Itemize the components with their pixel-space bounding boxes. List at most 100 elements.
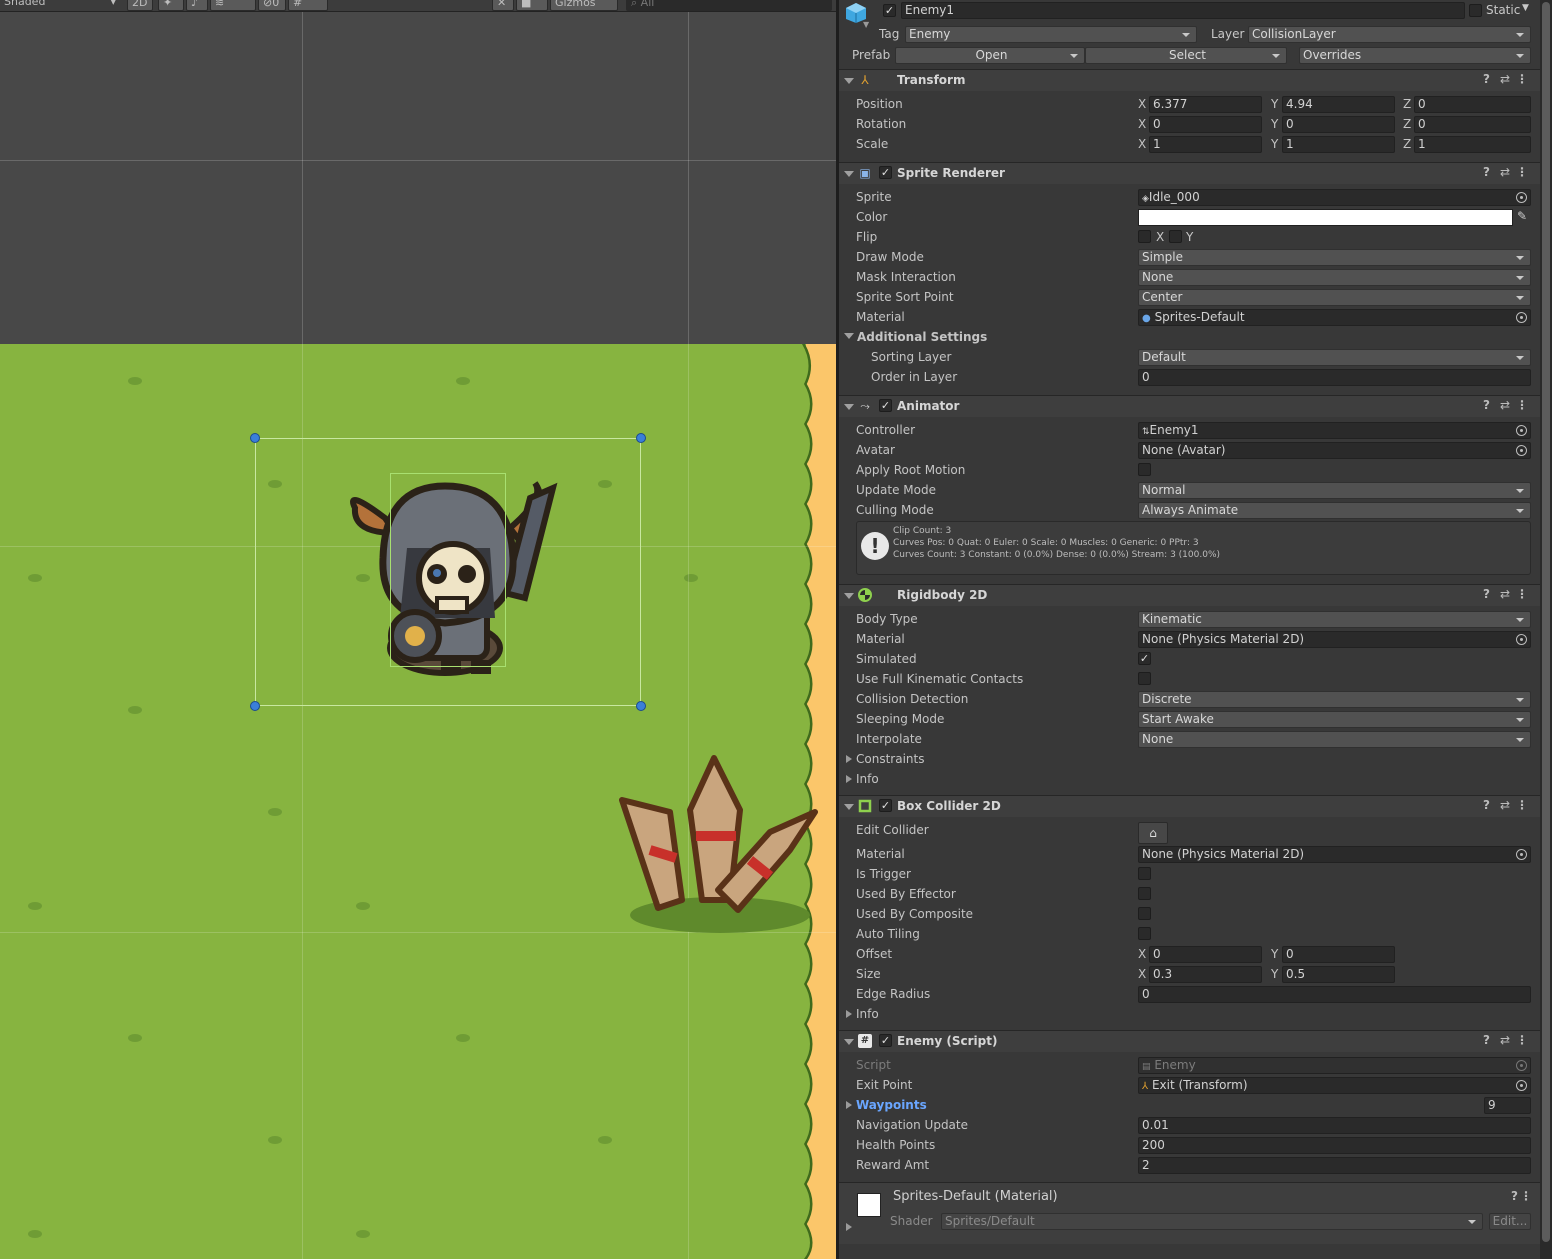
object-picker-icon[interactable] xyxy=(1516,312,1527,323)
scale-x-field[interactable]: 1 xyxy=(1149,136,1262,153)
foldout-arrow-icon[interactable] xyxy=(846,1010,852,1018)
component-enabled-checkbox[interactable]: ✓ xyxy=(879,166,892,179)
foldout-arrow-icon[interactable] xyxy=(844,78,854,84)
rb-material-field[interactable]: None (Physics Material 2D) xyxy=(1138,631,1531,648)
collision-detection-dropdown[interactable]: Discrete xyxy=(1138,691,1531,708)
tag-dropdown[interactable]: Enemy xyxy=(905,26,1197,43)
help-icon[interactable]: ? xyxy=(1483,165,1490,179)
shading-mode-dropdown[interactable]: Shaded ▾ xyxy=(0,0,120,11)
foldout-arrow-icon[interactable] xyxy=(844,404,854,410)
size-y-field[interactable]: 0.5 xyxy=(1282,966,1395,983)
used-by-composite-checkbox[interactable] xyxy=(1138,907,1151,920)
draw-mode-dropdown[interactable]: Simple xyxy=(1138,249,1531,266)
waypoints-foldout[interactable]: Waypoints xyxy=(856,1098,927,1112)
edit-collider-button[interactable]: ⌂ xyxy=(1138,822,1168,844)
boxcollider2d-header[interactable]: ✓ Box Collider 2D ? ⇄ ⋮ xyxy=(839,795,1540,817)
presets-icon[interactable]: ⇄ xyxy=(1500,587,1510,601)
toggle-2d-button[interactable]: 2D xyxy=(127,0,153,11)
camera-icon[interactable]: ■ xyxy=(516,0,548,11)
rotation-y-field[interactable]: 0 xyxy=(1282,116,1395,133)
offset-y-field[interactable]: 0 xyxy=(1282,946,1395,963)
simulated-checkbox[interactable]: ✓ xyxy=(1138,652,1151,665)
material-field[interactable]: ● Sprites-Default xyxy=(1138,309,1531,326)
rigidbody2d-header[interactable]: Rigidbody 2D ? ⇄ ⋮ xyxy=(839,584,1540,606)
chevron-down-icon[interactable]: ▼ xyxy=(863,20,869,29)
bc-info-foldout[interactable]: Info xyxy=(856,1007,879,1021)
controller-field[interactable]: ⇅Enemy1 xyxy=(1138,422,1531,439)
more-options-icon[interactable]: ⋮ xyxy=(1516,587,1528,601)
static-checkbox[interactable] xyxy=(1469,4,1482,17)
component-enabled-checkbox[interactable]: ✓ xyxy=(879,1034,892,1047)
hidden-objects-icon[interactable]: ⊘0 xyxy=(258,0,286,11)
more-options-icon[interactable]: ⋮ xyxy=(1520,1189,1532,1203)
more-options-icon[interactable]: ⋮ xyxy=(1516,1033,1528,1047)
help-icon[interactable]: ? xyxy=(1483,587,1490,601)
root-motion-checkbox[interactable] xyxy=(1138,463,1151,476)
position-z-field[interactable]: 0 xyxy=(1414,96,1531,113)
object-picker-icon[interactable] xyxy=(1516,192,1527,203)
help-icon[interactable]: ? xyxy=(1483,72,1490,86)
sprite-field[interactable]: ◈Idle_000 xyxy=(1138,189,1531,206)
foldout-arrow-icon[interactable] xyxy=(846,755,852,763)
full-kinematic-checkbox[interactable] xyxy=(1138,672,1151,685)
prefab-select-button[interactable]: Select xyxy=(1085,47,1287,64)
help-icon[interactable]: ? xyxy=(1511,1189,1518,1203)
foldout-arrow-icon[interactable] xyxy=(844,171,854,177)
help-icon[interactable]: ? xyxy=(1483,398,1490,412)
order-in-layer-field[interactable]: 0 xyxy=(1138,369,1531,386)
transform-header[interactable]: ⅄ Transform ? ⇄ ⋮ xyxy=(839,69,1540,91)
color-swatch[interactable] xyxy=(1138,209,1513,226)
scrollbar-thumb[interactable] xyxy=(1542,2,1550,1242)
prefab-overrides-dropdown[interactable]: Overrides xyxy=(1299,47,1531,64)
flip-x-checkbox[interactable] xyxy=(1138,230,1151,243)
sorting-layer-dropdown[interactable]: Default xyxy=(1138,349,1531,366)
auto-tiling-checkbox[interactable] xyxy=(1138,927,1151,940)
position-x-field[interactable]: 6.377 xyxy=(1149,96,1262,113)
resize-handle-bottom-right[interactable] xyxy=(636,701,646,711)
more-options-icon[interactable]: ⋮ xyxy=(1516,165,1528,179)
scene-search-input[interactable]: ⌕ All xyxy=(626,0,832,11)
object-picker-icon[interactable] xyxy=(1516,425,1527,436)
used-by-effector-checkbox[interactable] xyxy=(1138,887,1151,900)
enemy-script-header[interactable]: # ✓ Enemy (Script) ? ⇄ ⋮ xyxy=(839,1030,1540,1052)
more-options-icon[interactable]: ⋮ xyxy=(1516,798,1528,812)
mask-interaction-dropdown[interactable]: None xyxy=(1138,269,1531,286)
rotation-z-field[interactable]: 0 xyxy=(1414,116,1531,133)
body-type-dropdown[interactable]: Kinematic xyxy=(1138,611,1531,628)
size-x-field[interactable]: 0.3 xyxy=(1149,966,1262,983)
foldout-arrow-icon[interactable] xyxy=(846,775,852,783)
additional-settings-foldout[interactable]: Additional Settings xyxy=(857,330,987,344)
audio-toggle-icon[interactable]: ♪ xyxy=(186,0,208,11)
scale-y-field[interactable]: 1 xyxy=(1282,136,1395,153)
foldout-arrow-icon[interactable] xyxy=(846,1101,852,1109)
foldout-arrow-icon[interactable] xyxy=(844,804,854,810)
eyedropper-icon[interactable]: ✎ xyxy=(1517,209,1527,223)
lighting-toggle-icon[interactable]: ✦ xyxy=(158,0,184,11)
foldout-arrow-icon[interactable] xyxy=(844,1039,854,1045)
is-trigger-checkbox[interactable] xyxy=(1138,867,1151,880)
culling-mode-dropdown[interactable]: Always Animate xyxy=(1138,502,1531,519)
presets-icon[interactable]: ⇄ xyxy=(1500,398,1510,412)
position-y-field[interactable]: 4.94 xyxy=(1282,96,1395,113)
layer-dropdown[interactable]: CollisionLayer xyxy=(1248,26,1531,43)
sort-point-dropdown[interactable]: Center xyxy=(1138,289,1531,306)
shader-dropdown[interactable]: Sprites/Default xyxy=(941,1213,1483,1230)
resize-handle-top-right[interactable] xyxy=(636,433,646,443)
rotation-x-field[interactable]: 0 xyxy=(1149,116,1262,133)
bc-material-field[interactable]: None (Physics Material 2D) xyxy=(1138,846,1531,863)
chevron-down-icon[interactable]: ▼ xyxy=(1522,3,1529,13)
interpolate-dropdown[interactable]: None xyxy=(1138,731,1531,748)
effects-toggle-icon[interactable]: ≋ xyxy=(210,0,256,11)
resize-handle-bottom-left[interactable] xyxy=(250,701,260,711)
object-picker-icon[interactable] xyxy=(1516,849,1527,860)
component-enabled-checkbox[interactable]: ✓ xyxy=(879,799,892,812)
offset-x-field[interactable]: 0 xyxy=(1149,946,1262,963)
foldout-arrow-icon[interactable] xyxy=(844,333,854,339)
sleeping-mode-dropdown[interactable]: Start Awake xyxy=(1138,711,1531,728)
presets-icon[interactable]: ⇄ xyxy=(1500,165,1510,179)
component-enabled-checkbox[interactable]: ✓ xyxy=(879,399,892,412)
foldout-arrow-icon[interactable] xyxy=(844,593,854,599)
constraints-foldout[interactable]: Constraints xyxy=(856,752,924,766)
reward-amt-field[interactable]: 2 xyxy=(1138,1157,1531,1174)
scene-view[interactable]: Shaded ▾ 2D ✦ ♪ ≋ ⊘0 # ✕ ■ Gizmos ⌕ All xyxy=(0,0,836,1259)
